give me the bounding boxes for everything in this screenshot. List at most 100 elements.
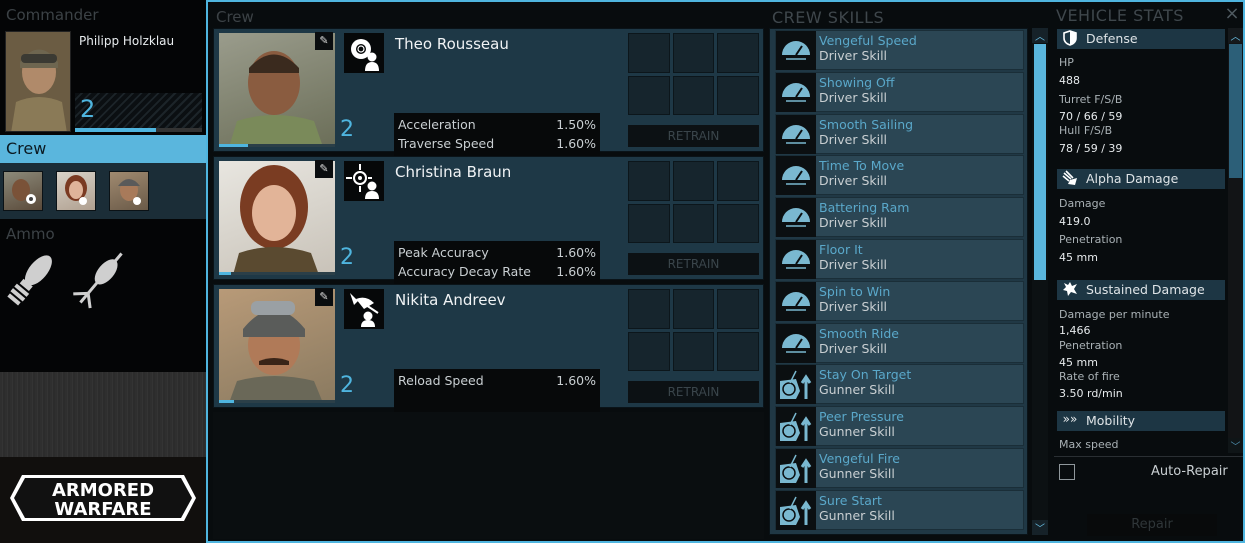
close-button[interactable]: × <box>1223 3 1241 24</box>
repair-button[interactable]: Repair <box>1087 514 1217 536</box>
skill-slot[interactable] <box>672 331 715 371</box>
crew-portrait[interactable] <box>219 289 335 403</box>
stat-label: Accuracy Decay Rate <box>398 263 531 279</box>
retrain-button[interactable]: RETRAIN <box>628 125 759 147</box>
max-speed-label: Max speed <box>1059 438 1119 451</box>
stat-label: Peak Accuracy <box>398 245 489 260</box>
crew-empty-area <box>213 412 764 539</box>
edit-name-button[interactable]: ✎ <box>315 288 333 306</box>
vehicle-stats-scroll-up-button[interactable]: ︿ <box>1228 28 1243 43</box>
crew-portrait[interactable] <box>219 33 335 147</box>
turret-armor-label: Turret F/S/B <box>1059 93 1123 106</box>
skill-slot[interactable] <box>628 289 670 329</box>
skill-type: Driver Skill <box>819 340 888 356</box>
stat-row: Traverse Speed 1.60% <box>398 135 596 154</box>
penetration-value: 45 mm <box>1059 251 1098 264</box>
crew-level: 2 <box>340 373 354 398</box>
skill-list-item[interactable]: Showing Off Driver Skill <box>775 71 1024 112</box>
skill-type: Driver Skill <box>819 131 888 147</box>
skill-list-item[interactable]: Stay On Target Gunner Skill <box>775 364 1024 405</box>
skill-list-item[interactable]: Battering Ram Driver Skill <box>775 197 1024 238</box>
crew-level: 2 <box>340 117 354 142</box>
skills-scroll-thumb[interactable] <box>1034 44 1046 280</box>
skill-list-item[interactable]: Vengeful Fire Gunner Skill <box>775 448 1024 488</box>
mobility-header[interactable]: »» Mobility <box>1057 411 1225 431</box>
skill-list-item[interactable]: Floor It Driver Skill <box>775 239 1024 279</box>
crew-xp-track <box>219 272 335 275</box>
speedometer-icon <box>776 240 816 279</box>
skill-name: Floor It <box>819 242 863 257</box>
edit-name-button[interactable]: ✎ <box>315 160 333 178</box>
speedometer-icon <box>776 323 816 363</box>
skill-list-item[interactable]: Peer Pressure Gunner Skill <box>775 406 1024 447</box>
vehicle-stats-scroll-down-button[interactable]: ﹀ <box>1228 438 1243 453</box>
crew-card: ✎ Theo Rousseau 2 Acceleration 1.50% Trav… <box>213 28 764 173</box>
skill-name: Smooth Ride <box>819 325 899 341</box>
texture-band <box>0 372 206 457</box>
commander-portrait[interactable] <box>5 31 71 132</box>
hull-armor-value: 78 / 59 / 39 <box>1059 142 1123 155</box>
skill-slot[interactable] <box>672 203 715 243</box>
skill-list-item[interactable]: Sure Start Gunner Skill <box>775 489 1024 530</box>
logo-line2: WARFARE <box>54 499 151 520</box>
crew-thumb-christina[interactable] <box>56 171 96 211</box>
skill-slot[interactable] <box>717 161 759 201</box>
skill-slot[interactable] <box>717 289 759 329</box>
vehicle-stats-scroll-thumb[interactable] <box>1229 44 1242 178</box>
turret-rotate-icon <box>776 365 816 405</box>
sustained-damage-header[interactable]: Sustained Damage <box>1057 280 1225 300</box>
explosion-icon <box>1061 281 1079 299</box>
skill-slot[interactable] <box>628 331 670 371</box>
retrain-button[interactable]: RETRAIN <box>628 381 759 403</box>
crew-name: Nikita Andreev <box>395 291 506 309</box>
pencil-icon: ✎ <box>319 290 329 303</box>
skill-slot[interactable] <box>628 161 670 201</box>
crew-thumb-nikita[interactable] <box>109 171 149 211</box>
skill-slot-grid <box>628 33 759 115</box>
skill-slot[interactable] <box>717 75 759 115</box>
skill-slot[interactable] <box>672 75 715 115</box>
crew-tab[interactable]: Crew <box>0 135 206 163</box>
skill-slot[interactable] <box>628 75 670 115</box>
skill-slot[interactable] <box>717 33 759 73</box>
skill-list-item[interactable]: Smooth Ride Driver Skill <box>775 322 1024 363</box>
skill-slot[interactable] <box>717 331 759 371</box>
edit-name-button[interactable]: ✎ <box>315 32 333 50</box>
skill-list-item[interactable]: Vengeful Speed Driver Skill <box>775 30 1024 70</box>
skill-slot[interactable] <box>628 33 670 73</box>
skill-slot[interactable] <box>672 289 715 329</box>
skill-list-item[interactable]: Time To Move Driver Skill <box>775 155 1024 196</box>
skill-slot[interactable] <box>717 203 759 243</box>
stat-value: 1.60% <box>556 373 596 388</box>
defense-header[interactable]: Defense <box>1057 29 1225 49</box>
stat-row: Peak Accuracy 1.60% <box>398 244 596 263</box>
skill-list-item[interactable]: Smooth Sailing Driver Skill <box>775 113 1024 154</box>
crew-xp-track <box>219 400 335 403</box>
armored-warfare-logo: ARMORED WARFARE <box>8 473 198 523</box>
chevron-up-icon: ︿ <box>1035 32 1045 43</box>
commander-level: 2 <box>80 95 96 123</box>
turret-rotate-icon <box>776 490 816 530</box>
skill-slot[interactable] <box>672 161 715 201</box>
penetration-label: Penetration <box>1059 233 1123 246</box>
skill-type: Driver Skill <box>819 298 888 314</box>
finned-shell-icon[interactable] <box>68 246 134 310</box>
mortar-shell-icon[interactable] <box>2 246 62 310</box>
alpha-damage-header[interactable]: Alpha Damage <box>1057 169 1225 189</box>
retrain-button[interactable]: RETRAIN <box>628 253 759 275</box>
close-icon: × <box>1224 3 1240 24</box>
crew-portrait[interactable] <box>219 161 335 275</box>
skill-slot[interactable] <box>672 33 715 73</box>
stat-row: Acceleration 1.50% <box>398 116 596 135</box>
rate-of-fire-value: 3.50 rd/min <box>1059 387 1123 400</box>
auto-repair-checkbox[interactable] <box>1059 464 1075 480</box>
skills-scroll-down-button[interactable]: ﹀ <box>1032 520 1048 535</box>
skill-slot[interactable] <box>628 203 670 243</box>
divider <box>1054 456 1243 457</box>
skill-list-item[interactable]: Spin to Win Driver Skill <box>775 280 1024 321</box>
stat-label: Acceleration <box>398 117 476 132</box>
hp-label: HP <box>1059 56 1074 69</box>
skills-scroll-up-button[interactable]: ︿ <box>1032 28 1048 43</box>
crew-level: 2 <box>340 245 354 270</box>
crew-thumb-theo[interactable] <box>3 171 43 211</box>
